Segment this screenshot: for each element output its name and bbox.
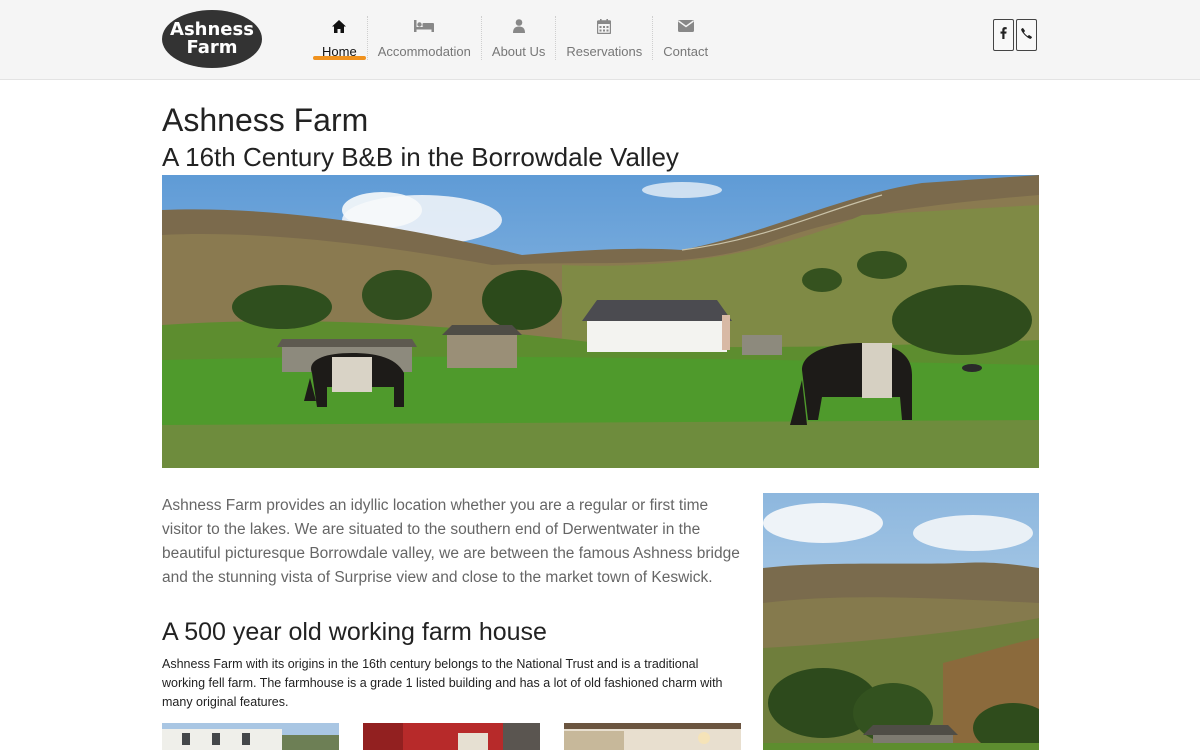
social-links bbox=[993, 19, 1037, 51]
nav-label-contact: Contact bbox=[663, 44, 709, 59]
logo-line-2: Farm bbox=[186, 37, 238, 58]
nav-label-home: Home bbox=[322, 44, 357, 59]
nav-label-reservations: Reservations bbox=[566, 44, 643, 59]
facebook-icon bbox=[1000, 26, 1007, 44]
phone-icon bbox=[1021, 26, 1032, 44]
calendar-icon bbox=[597, 16, 612, 36]
logo[interactable]: Ashness Farm bbox=[162, 10, 262, 68]
user-icon bbox=[512, 16, 525, 36]
side-photo bbox=[763, 493, 1039, 750]
intro-paragraph: Ashness Farm provides an idyllic locatio… bbox=[162, 497, 740, 586]
thumbnail-bedroom[interactable] bbox=[363, 723, 540, 750]
home-icon bbox=[332, 16, 347, 36]
nav-item-accommodation[interactable]: Accommodation bbox=[368, 14, 481, 62]
nav-item-about-us[interactable]: About Us bbox=[482, 14, 555, 62]
thumbnail-interior[interactable] bbox=[564, 723, 741, 750]
thumbnail-farmhouse[interactable] bbox=[162, 723, 339, 750]
page-subtitle: A 16th Century B&B in the Borrowdale Val… bbox=[162, 142, 679, 172]
phone-button[interactable] bbox=[1016, 19, 1037, 51]
section-title: A 500 year old working farm house bbox=[162, 618, 547, 646]
main-nav: Home Accommodation About Us Reservations bbox=[312, 14, 718, 64]
nav-item-contact[interactable]: Contact bbox=[653, 14, 718, 62]
envelope-icon bbox=[677, 16, 694, 36]
thumbnail-gallery bbox=[162, 723, 741, 750]
site-header: Ashness Farm Home Accommodation About Us bbox=[0, 0, 1200, 80]
nav-item-reservations[interactable]: Reservations bbox=[556, 14, 652, 62]
nav-label-about-us: About Us bbox=[491, 44, 546, 59]
section-paragraph: Ashness Farm with its origins in the 16t… bbox=[162, 657, 723, 709]
nav-label-accommodation: Accommodation bbox=[377, 44, 471, 59]
nav-item-home[interactable]: Home bbox=[312, 14, 367, 62]
facebook-button[interactable] bbox=[993, 19, 1014, 51]
bed-icon bbox=[414, 16, 435, 36]
hero-image bbox=[162, 175, 1039, 468]
page-title: Ashness Farm bbox=[162, 102, 369, 138]
